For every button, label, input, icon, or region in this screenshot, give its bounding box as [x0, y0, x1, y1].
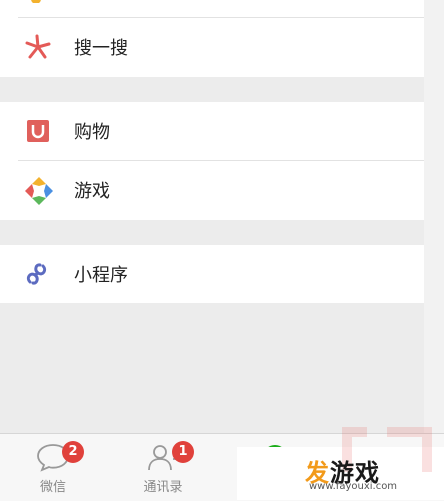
menu-item-games[interactable]: 游戏	[0, 161, 444, 219]
scroll-strip	[424, 0, 444, 433]
menu-group-services: 购物 游戏	[0, 102, 444, 220]
menu-item-mini-programs[interactable]: 小程序	[0, 245, 444, 303]
game-diamond-icon	[24, 176, 53, 205]
menu-item-shopping-label: 购物	[74, 122, 110, 143]
unread-badge-contacts: 1	[172, 441, 194, 463]
menu-item-partial[interactable]	[0, 0, 444, 18]
tab-chats-label: 微信	[39, 480, 66, 495]
menu-item-shopping[interactable]: 购物	[0, 102, 444, 160]
site-watermark: 发游戏 www.fayouxi.com	[237, 427, 444, 500]
watermark-url: www.fayouxi.com	[309, 481, 398, 492]
menu-item-games-label: 游戏	[74, 181, 110, 202]
menu-group-discover: 搜一搜	[0, 0, 444, 77]
search-spark-icon	[24, 33, 52, 61]
menu-item-mini-programs-label: 小程序	[74, 265, 128, 286]
tab-chats[interactable]: 2 微信	[8, 434, 98, 501]
shopping-bag-icon	[24, 117, 52, 145]
unread-badge-chats: 2	[62, 441, 84, 463]
tab-contacts[interactable]: 1 通讯录	[118, 434, 208, 501]
mini-program-icon	[24, 260, 52, 288]
partial-icon	[24, 0, 52, 4]
menu-item-search-label: 搜一搜	[74, 38, 128, 59]
menu-group-mini-programs: 小程序	[0, 245, 444, 303]
menu-item-search[interactable]: 搜一搜	[0, 18, 444, 76]
tab-contacts-label: 通讯录	[143, 480, 183, 495]
